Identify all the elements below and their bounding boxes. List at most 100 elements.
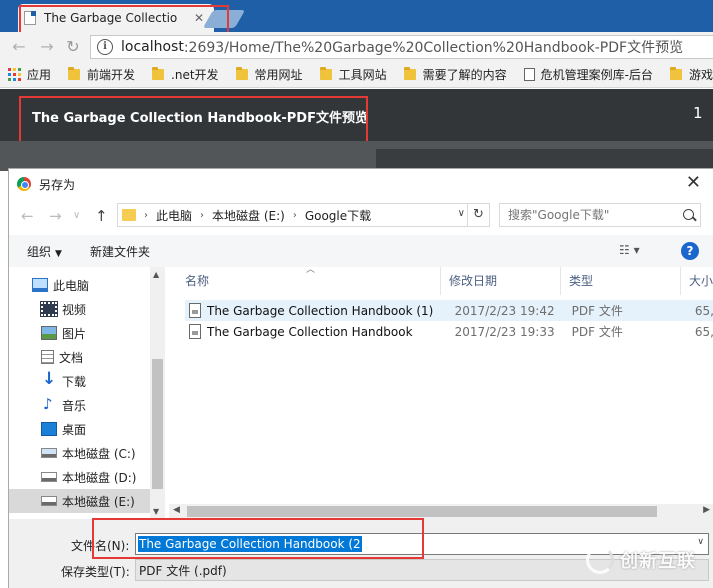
bookmark-folder[interactable]: .net开发 xyxy=(152,66,219,83)
tab-strip: The Garbage Collectio ✕ xyxy=(0,0,713,32)
desktop-icon xyxy=(41,422,57,436)
search-input[interactable] xyxy=(508,208,668,222)
bookmark-folder[interactable]: 需要了解的内容 xyxy=(403,66,507,83)
nav-item-music[interactable]: 音乐 xyxy=(9,393,150,417)
column-header-name[interactable]: 名称 xyxy=(177,267,441,295)
nav-item-label: 文档 xyxy=(59,350,84,365)
scroll-down-icon[interactable]: ▼ xyxy=(153,507,159,516)
scroll-right-icon[interactable]: ▶ xyxy=(703,505,710,515)
search-field[interactable] xyxy=(499,203,701,227)
column-header-date[interactable]: 修改日期 xyxy=(441,267,561,295)
back-icon[interactable]: ← xyxy=(10,38,28,56)
bookmark-folder[interactable]: 工具网站 xyxy=(319,66,387,83)
bookmark-folder[interactable]: 常用网址 xyxy=(235,66,303,83)
nav-item-drive-c[interactable]: 本地磁盘 (C:) xyxy=(9,441,150,465)
breadcrumb-item[interactable]: 此电脑 xyxy=(156,207,192,224)
nav-item-label: 音乐 xyxy=(62,398,87,413)
help-icon[interactable]: ? xyxy=(681,242,699,260)
chevron-down-icon[interactable]: ∨ xyxy=(458,208,465,219)
nav-item-desktop[interactable]: 桌面 xyxy=(9,417,150,441)
file-size: 65, xyxy=(694,324,713,339)
file-row[interactable]: The Garbage Collection Handbook 2017/2/2… xyxy=(185,321,713,342)
nav-item-downloads[interactable]: 下载 xyxy=(9,369,150,393)
music-icon xyxy=(41,395,57,413)
organize-menu[interactable]: 组织 ▼ xyxy=(27,243,62,260)
breadcrumb-item[interactable]: Google下载 xyxy=(305,207,371,224)
dialog-title: 另存为 xyxy=(39,177,76,192)
folder-icon xyxy=(319,67,332,80)
horizontal-scrollbar[interactable]: ◀ ▶ xyxy=(169,504,713,519)
bookmark-label: 需要了解的内容 xyxy=(422,68,507,82)
up-arrow-icon[interactable]: ↑ xyxy=(95,207,108,225)
column-header-type[interactable]: 类型 xyxy=(561,267,681,295)
nav-item-documents[interactable]: 文档 xyxy=(9,345,150,369)
scroll-thumb[interactable] xyxy=(152,359,163,489)
bookmark-folder[interactable]: 前端开发 xyxy=(68,66,135,83)
bookmark-label: 常用网址 xyxy=(254,68,303,82)
browser-tab[interactable]: The Garbage Collectio ✕ xyxy=(18,4,214,32)
browser-toolbar: ← → ↻ i localhost:2693/Home/The%20Garbag… xyxy=(0,32,713,62)
file-name: The Garbage Collection Handbook xyxy=(207,324,413,339)
nav-item-label: 下载 xyxy=(62,374,87,389)
forward-icon[interactable]: → xyxy=(38,38,56,56)
search-icon[interactable] xyxy=(683,209,694,220)
bookmark-page[interactable]: 危机管理案例库-后台 xyxy=(523,66,653,83)
close-tab-icon[interactable]: ✕ xyxy=(192,11,206,25)
savetype-value: PDF 文件 (.pdf) xyxy=(139,563,227,578)
file-list: ︿ 名称 修改日期 类型 大小 The Garbage Collection H… xyxy=(169,265,713,519)
forward-arrow-icon[interactable]: → xyxy=(49,207,62,225)
pdf-page-number: 1 xyxy=(693,104,703,122)
file-type: PDF 文件 xyxy=(571,325,623,339)
scroll-left-icon[interactable]: ◀ xyxy=(173,505,180,515)
recent-dropdown-icon[interactable]: ∨ xyxy=(73,210,80,221)
tab-title: The Garbage Collectio xyxy=(44,11,178,25)
nav-item-pictures[interactable]: 图片 xyxy=(9,321,150,345)
nav-item-label: 图片 xyxy=(62,326,87,341)
refresh-icon[interactable]: ↻ xyxy=(467,204,489,226)
dialog-address-row: ← → ∨ ↑ › 此电脑 › 本地磁盘 (E:) › Google下载 ∨ ↻ xyxy=(9,203,713,229)
chevron-down-icon[interactable]: ∨ xyxy=(697,537,704,547)
address-bar[interactable]: i localhost:2693/Home/The%20Garbage%20Co… xyxy=(90,35,713,59)
nav-item-videos[interactable]: 视频 xyxy=(9,297,150,321)
close-icon[interactable]: ✕ xyxy=(686,174,701,192)
chevron-right-icon[interactable]: › xyxy=(293,210,297,221)
scroll-up-icon[interactable]: ▲ xyxy=(153,270,159,279)
apps-icon xyxy=(8,68,21,81)
reload-icon[interactable]: ↻ xyxy=(64,38,82,56)
caret-down-icon: ▼ xyxy=(55,248,62,259)
filename-input[interactable] xyxy=(138,536,362,552)
drive-icon xyxy=(41,448,57,458)
file-size: 65, xyxy=(694,303,713,318)
column-header-size[interactable]: 大小 xyxy=(681,267,713,295)
file-row[interactable]: The Garbage Collection Handbook (1) 2017… xyxy=(185,300,713,321)
chevron-right-icon[interactable]: › xyxy=(144,210,148,221)
file-date: 2017/2/23 19:42 xyxy=(454,303,555,318)
new-folder-button[interactable]: 新建文件夹 xyxy=(90,243,150,260)
view-options-icon[interactable]: ☷ ▾ xyxy=(619,243,640,257)
bookmark-apps[interactable]: 应用 xyxy=(8,66,51,83)
nav-item-drive-e[interactable]: 本地磁盘 (E:) xyxy=(9,489,150,513)
pictures-icon xyxy=(41,326,57,340)
back-arrow-icon[interactable]: ← xyxy=(21,207,34,225)
scroll-thumb[interactable] xyxy=(187,506,657,517)
pdf-file-icon xyxy=(189,324,201,339)
file-type: PDF 文件 xyxy=(571,304,623,318)
pdf-title: The Garbage Collection Handbook-PDF文件预览 xyxy=(32,111,368,126)
nav-item-drive-d[interactable]: 本地磁盘 (D:) xyxy=(9,465,150,489)
bookmark-label: 游戏开 xyxy=(688,68,713,82)
nav-item-this-pc[interactable]: 此电脑 xyxy=(9,273,150,297)
documents-icon xyxy=(41,350,54,364)
bookmark-folder[interactable]: 游戏开 xyxy=(669,66,713,83)
breadcrumb-item[interactable]: 本地磁盘 (E:) xyxy=(212,207,285,224)
download-icon xyxy=(41,369,57,389)
nav-item-label: 此电脑 xyxy=(53,278,90,293)
nav-item-label: 视频 xyxy=(62,302,87,317)
bookmark-label: 前端开发 xyxy=(87,68,136,82)
info-icon[interactable]: i xyxy=(97,39,113,55)
bookmark-label: 应用 xyxy=(27,68,52,82)
nav-scrollbar[interactable]: ▲ ▼ xyxy=(150,267,165,519)
pdf-file-icon xyxy=(189,303,201,318)
watermark-text: 创新互联 xyxy=(620,551,696,572)
chevron-right-icon[interactable]: › xyxy=(200,210,204,221)
breadcrumb[interactable]: › 此电脑 › 本地磁盘 (E:) › Google下载 ∨ ↻ xyxy=(117,203,490,227)
